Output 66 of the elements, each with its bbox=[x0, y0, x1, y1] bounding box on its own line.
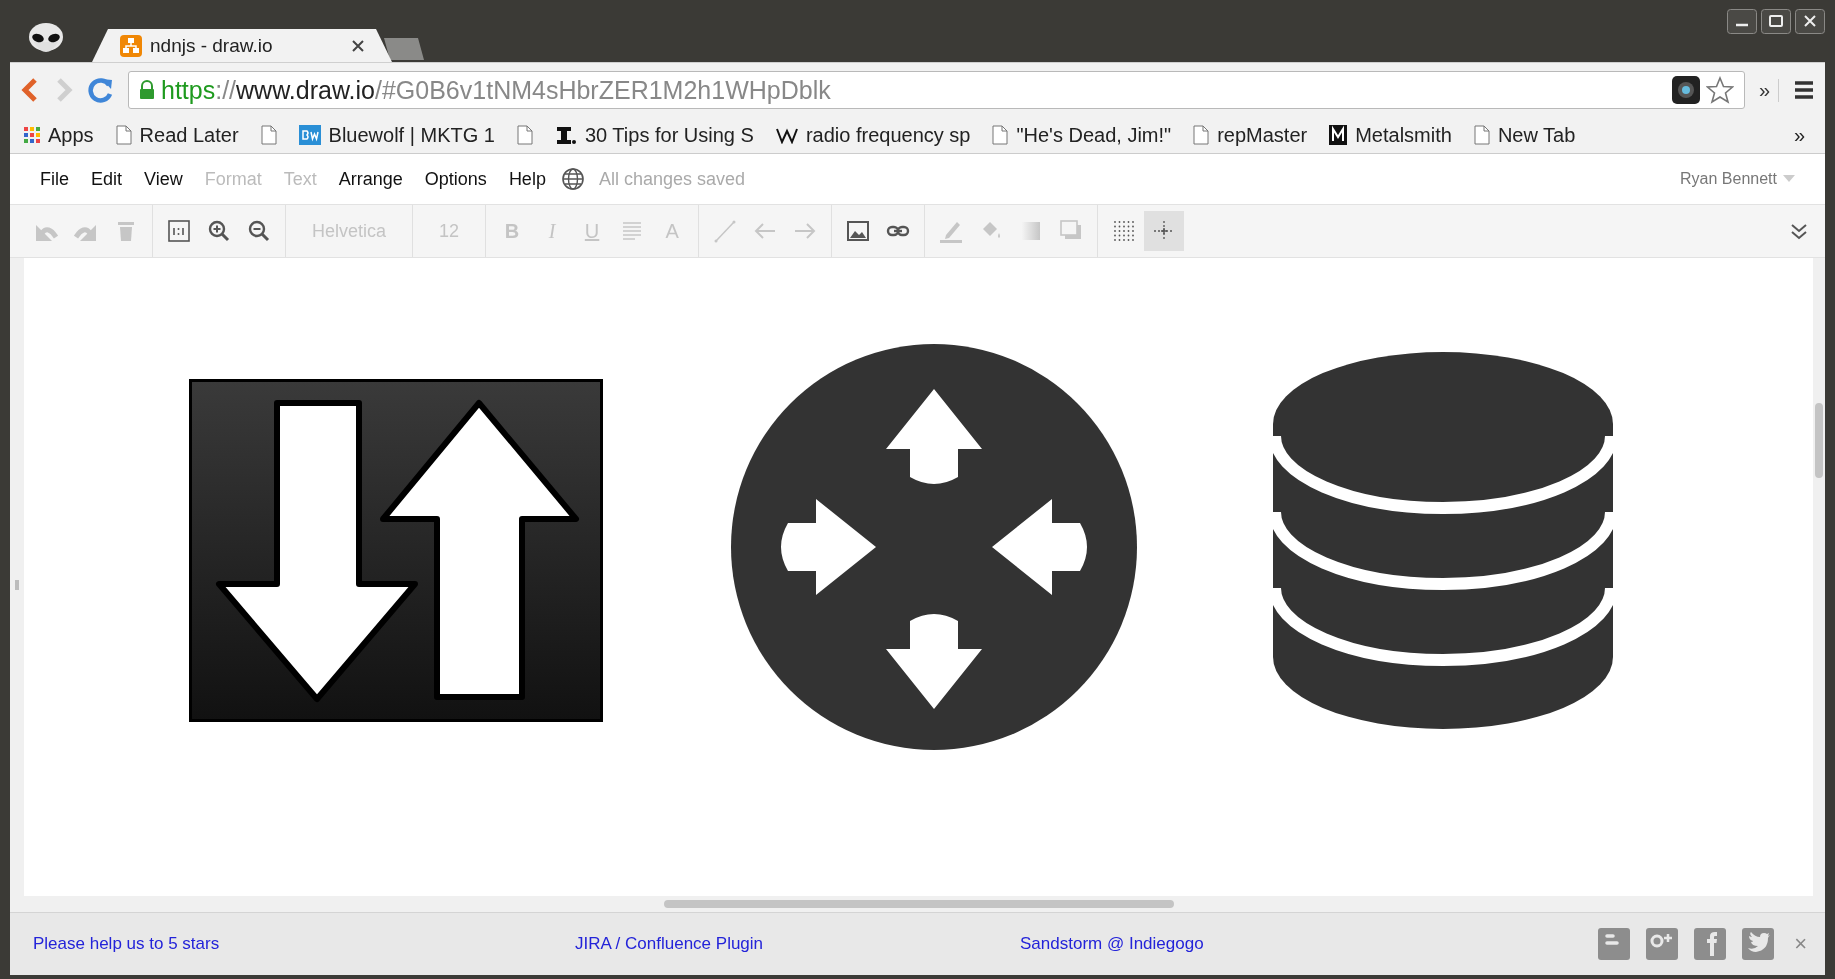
save-status: All changes saved bbox=[598, 168, 745, 190]
apps-grid-icon bbox=[24, 127, 40, 143]
menu-item[interactable]: Options bbox=[413, 168, 498, 190]
bookmark-item[interactable]: 30 Tips for Using S bbox=[554, 123, 754, 147]
menu-item[interactable]: View bbox=[133, 168, 194, 190]
facebook-icon[interactable] bbox=[1694, 928, 1727, 960]
caret-icon bbox=[1783, 175, 1795, 183]
maximize-button[interactable] bbox=[1761, 9, 1791, 34]
bookmark-item[interactable]: repMaster bbox=[1193, 123, 1308, 147]
star-icon[interactable] bbox=[1705, 76, 1734, 104]
drawio-logo-icon bbox=[120, 34, 142, 57]
bookmark-item[interactable]: New Tab bbox=[1473, 123, 1576, 147]
bookmark-item[interactable]: Bluewolf | MKTG 1 bbox=[298, 123, 495, 147]
guides-button[interactable] bbox=[1144, 211, 1185, 251]
google-plus-icon[interactable] bbox=[1646, 928, 1679, 960]
close-button[interactable] bbox=[1795, 9, 1825, 34]
minimize-button[interactable] bbox=[1727, 9, 1757, 34]
footer-link[interactable]: JIRA / Confluence Plugin bbox=[575, 934, 764, 954]
ibeam-favicon-icon bbox=[554, 125, 577, 145]
image-icon bbox=[846, 219, 871, 243]
footer-link[interactable]: Please help us to 5 stars bbox=[33, 934, 220, 954]
zoom-out-icon bbox=[247, 219, 271, 243]
grid-icon bbox=[1112, 219, 1137, 243]
line-icon bbox=[713, 219, 738, 243]
overflow-chevron[interactable]: » bbox=[1758, 78, 1779, 102]
bookmark-item[interactable]: Apps bbox=[24, 123, 94, 147]
vertical-scrollbar-thumb[interactable] bbox=[1815, 403, 1823, 478]
page-icon bbox=[1473, 125, 1490, 145]
bookmark-item[interactable]: Read Later bbox=[115, 123, 239, 147]
close-icon[interactable] bbox=[352, 39, 364, 52]
site-favicon-icon bbox=[298, 125, 321, 145]
zoom-in-icon bbox=[207, 219, 231, 243]
reload-button[interactable] bbox=[88, 77, 114, 103]
actual-size-icon bbox=[167, 219, 191, 243]
page-icon bbox=[1193, 125, 1210, 145]
menu-item[interactable]: Arrange bbox=[327, 168, 414, 190]
menu-item[interactable]: Edit bbox=[80, 168, 134, 190]
bookmark-item[interactable]: Metalsmith bbox=[1329, 123, 1452, 147]
page-icon bbox=[992, 125, 1009, 145]
m-favicon-icon bbox=[1329, 125, 1348, 145]
menu-item[interactable]: File bbox=[29, 168, 80, 190]
horizontal-scrollbar-thumb[interactable] bbox=[664, 900, 1174, 908]
user-menu[interactable]: Ryan Bennett bbox=[1680, 170, 1795, 188]
globe-icon[interactable] bbox=[560, 167, 585, 191]
splitter-handle-icon[interactable] bbox=[15, 580, 19, 590]
bookmark-page-icon[interactable] bbox=[516, 125, 533, 145]
address-field[interactable]: https://www.draw.io/#G0B6v1tNM4sHbrZER1M2h1WHpDblk bbox=[128, 71, 1745, 109]
bookmark-page-icon[interactable] bbox=[260, 125, 277, 145]
url-text: https://www.draw.io/#G0B6v1tNM4sHbrZER1M2h1WHpDblk bbox=[161, 75, 831, 105]
menu-icon[interactable] bbox=[1793, 80, 1815, 100]
tab-title: ndnjs - draw.io bbox=[150, 34, 274, 57]
menu-item[interactable]: Help bbox=[497, 168, 557, 190]
drawing-canvas[interactable] bbox=[24, 258, 1813, 896]
pencil-icon bbox=[939, 219, 964, 243]
bookmark-item[interactable]: radio frequency sp bbox=[775, 123, 971, 147]
blogger-icon[interactable] bbox=[1598, 928, 1631, 960]
overflow-chevron[interactable]: » bbox=[1793, 123, 1805, 147]
page-icon bbox=[115, 125, 132, 145]
footer-link[interactable]: Sandstorm @ Indiegogo bbox=[1020, 934, 1204, 954]
camera-extension-icon[interactable] bbox=[1671, 76, 1700, 104]
wiki-favicon-icon bbox=[775, 126, 798, 144]
browser-tab[interactable]: ndnjs - draw.io bbox=[92, 29, 392, 62]
twitter-icon[interactable] bbox=[1742, 928, 1775, 960]
collapse-chevron-icon[interactable] bbox=[1789, 221, 1809, 241]
bookmark-item[interactable]: "He's Dead, Jim!" bbox=[992, 123, 1172, 147]
back-button[interactable] bbox=[20, 77, 40, 103]
